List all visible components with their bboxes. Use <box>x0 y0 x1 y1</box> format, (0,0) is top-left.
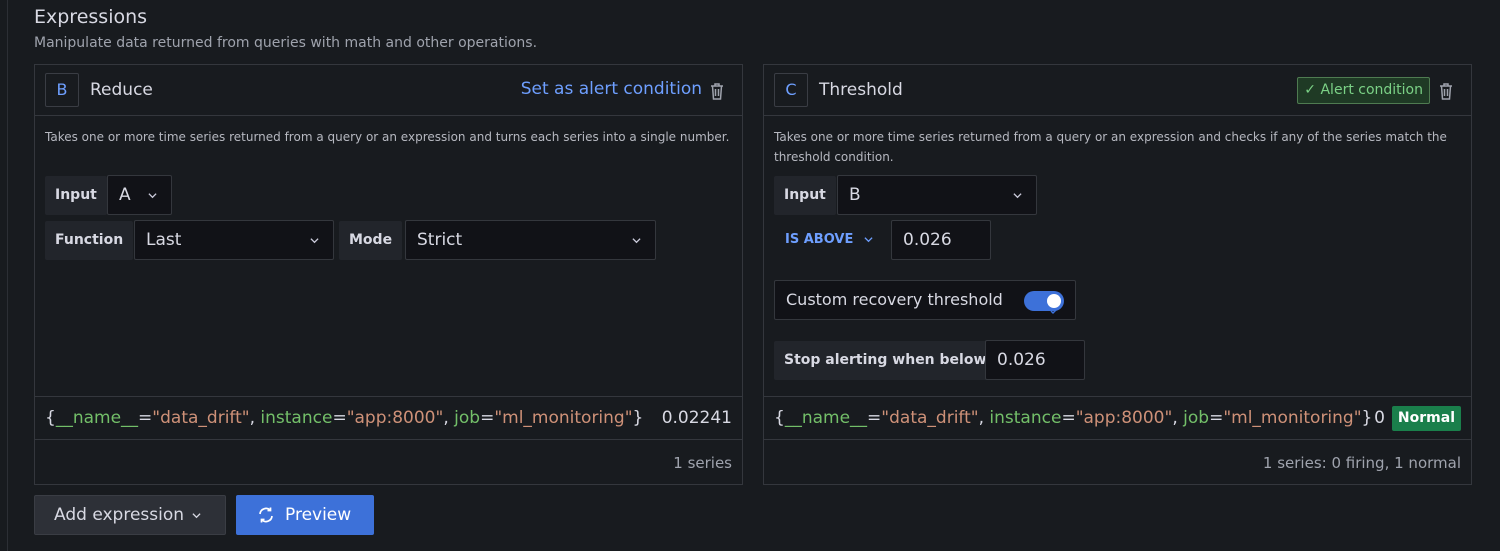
alert-condition-badge: ✓ Alert condition <box>1297 77 1430 104</box>
expression-description: Takes one or more time series returned f… <box>45 130 730 144</box>
custom-recovery-label: Custom recovery threshold <box>786 290 1003 309</box>
function-select-value: Last <box>146 230 182 250</box>
threshold-operator-value: IS ABOVE <box>785 232 854 247</box>
add-expression-button[interactable]: Add expression <box>34 495 226 535</box>
custom-recovery-threshold: Custom recovery threshold <box>774 280 1076 320</box>
expression-type-title: Threshold <box>819 80 903 100</box>
function-label: Function <box>45 221 134 260</box>
result-row: {__name__="data_drift", instance="app:80… <box>764 396 1471 440</box>
left-panel-border <box>0 0 8 551</box>
trash-icon[interactable] <box>1437 81 1455 101</box>
function-select[interactable]: Last <box>134 220 334 260</box>
series-summary: 1 series: 0 firing, 1 normal <box>1262 454 1461 472</box>
toggle-knob <box>1047 294 1061 315</box>
chevron-down-icon <box>192 513 201 519</box>
state-badge-normal: Normal <box>1391 406 1461 431</box>
chevron-down-icon <box>310 238 319 244</box>
recovery-toggle-switch[interactable] <box>1024 291 1064 315</box>
refresh-icon <box>259 507 273 523</box>
expression-card-reduce: B Reduce Set as alert condition Takes on… <box>34 64 743 485</box>
ref-id-badge[interactable]: B <box>45 73 79 107</box>
expression-card-threshold: C Threshold ✓ Alert condition Takes one … <box>763 64 1472 485</box>
result-value: 0 <box>1374 408 1385 428</box>
chevron-down-icon <box>1013 193 1022 199</box>
check-icon: ✓ <box>1304 82 1317 98</box>
threshold-operator-select[interactable]: IS ABOVE <box>785 220 873 260</box>
stop-alerting-label: Stop alerting when below <box>774 341 997 380</box>
set-as-alert-condition-button[interactable]: Set as alert condition <box>521 79 702 99</box>
section-title: Expressions <box>34 6 148 28</box>
input-select[interactable]: B <box>837 175 1037 215</box>
add-expression-label: Add expression <box>54 505 185 525</box>
input-select-value: B <box>849 185 861 205</box>
result-row: {__name__="data_drift", instance="app:80… <box>35 396 742 440</box>
stop-alerting-value-input[interactable]: 0.026 <box>985 340 1085 380</box>
ref-id-badge[interactable]: C <box>774 73 808 107</box>
chevron-down-icon <box>148 193 157 199</box>
section-description: Manipulate data returned from queries wi… <box>34 35 538 51</box>
mode-select-value: Strict <box>417 230 463 250</box>
input-select[interactable]: A <box>107 175 172 215</box>
threshold-value-input[interactable]: 0.026 <box>891 220 991 260</box>
result-value: 0.02241 <box>661 408 732 428</box>
check-icon <box>1050 308 1058 315</box>
card-header: B Reduce Set as alert condition <box>35 65 742 116</box>
expression-type-title: Reduce <box>90 80 153 100</box>
preview-label: Preview <box>285 505 352 525</box>
mode-select[interactable]: Strict <box>405 220 656 260</box>
card-header: C Threshold ✓ Alert condition <box>764 65 1471 116</box>
mode-label: Mode <box>339 221 403 260</box>
series-count: 1 series <box>673 454 732 472</box>
trash-icon[interactable] <box>708 81 726 101</box>
series-labels: {__name__="data_drift", instance="app:80… <box>774 408 1373 428</box>
expression-description: Takes one or more time series returned f… <box>774 130 1447 164</box>
input-select-value: A <box>119 185 131 205</box>
series-labels: {__name__="data_drift", instance="app:80… <box>45 408 644 428</box>
alert-condition-label: Alert condition <box>1320 82 1423 98</box>
chevron-down-icon <box>864 237 873 243</box>
input-label: Input <box>45 176 107 215</box>
preview-button[interactable]: Preview <box>236 495 374 535</box>
input-label: Input <box>774 176 836 215</box>
chevron-down-icon <box>632 238 641 244</box>
